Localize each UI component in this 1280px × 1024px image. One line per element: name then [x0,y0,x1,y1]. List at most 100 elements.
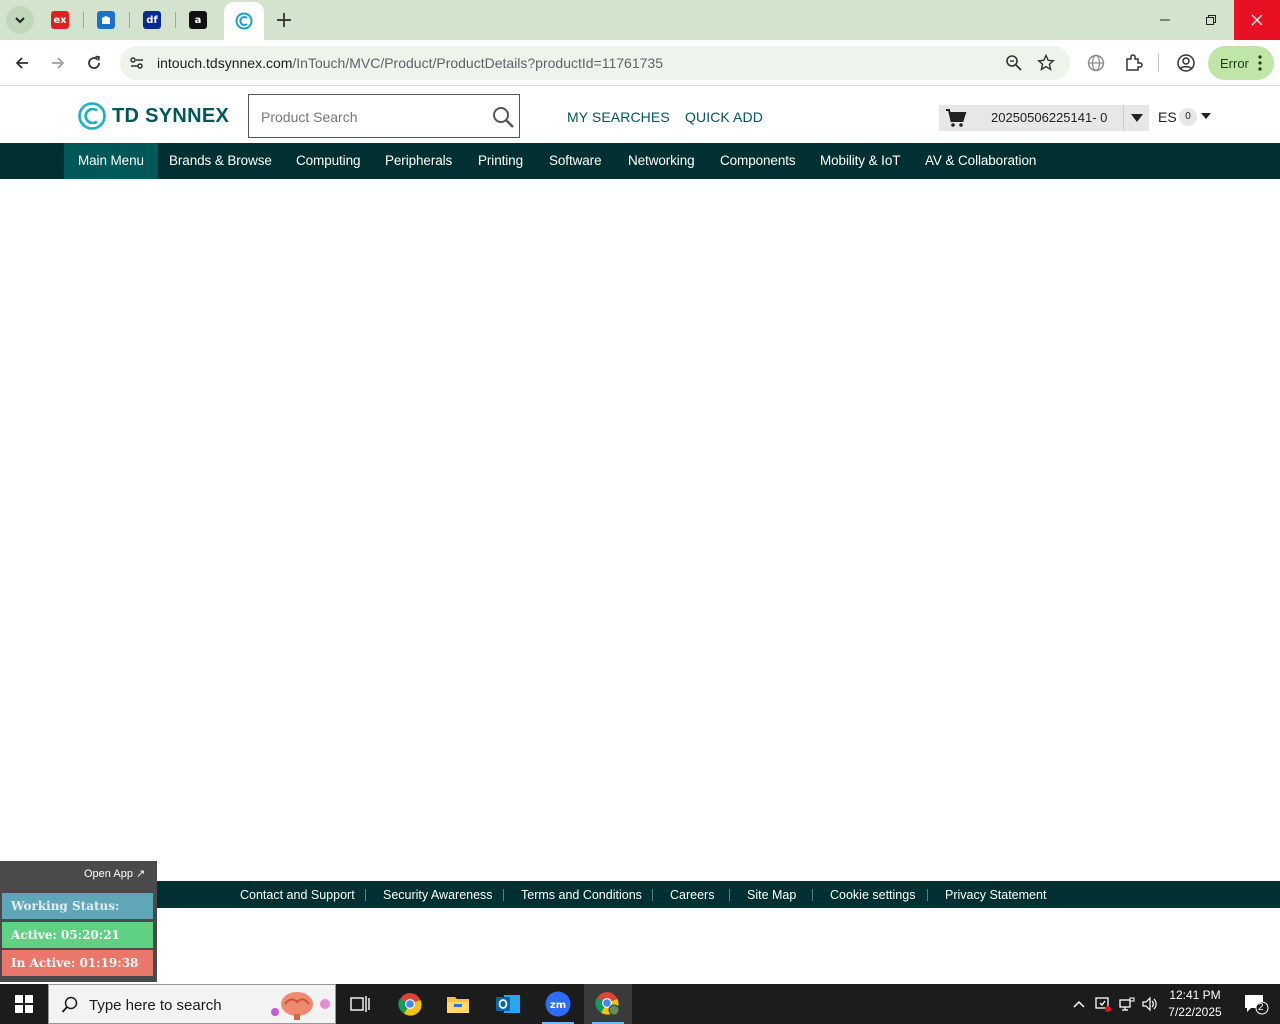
nav-brands-browse[interactable]: Brands & Browse [155,143,286,179]
tab-ex[interactable]: ex [41,6,79,34]
chevron-down-icon [15,17,25,24]
shopping-cart-icon [946,109,967,127]
url-host: intouch.tdsynnex.com [157,55,293,71]
site-footer: Contact and Support Security Awareness T… [0,881,1280,908]
nav-computing[interactable]: Computing [282,143,374,179]
toolbar-separator [1158,54,1159,72]
footer-separator [927,889,928,901]
tab-df[interactable]: df [133,6,171,34]
cart-dropdown-button[interactable] [1123,105,1149,131]
minimize-icon [1160,19,1170,21]
restore-icon [1206,15,1216,25]
footer-terms-link[interactable]: Terms and Conditions [521,888,642,902]
notification-count: 2 [1258,1002,1264,1013]
minimize-button[interactable] [1142,0,1188,40]
profile-avatar-icon[interactable] [1176,53,1196,73]
nav-printing[interactable]: Printing [464,143,537,179]
quick-add-link[interactable]: QUICK ADD [685,109,763,125]
taskbar-file-explorer[interactable] [434,984,482,1024]
site-settings-icon[interactable] [128,54,146,72]
zoom-icon[interactable] [1005,54,1023,72]
nav-software[interactable]: Software [535,143,615,179]
open-app-link[interactable]: Open App ↗ [84,867,145,880]
close-window-button[interactable] [1234,0,1280,40]
notification-center-button[interactable]: 2 [1236,984,1276,1024]
system-clock[interactable]: 12:41 PM 7/22/2025 [1160,987,1230,1021]
footer-careers-link[interactable]: Careers [670,888,714,902]
cart-selector[interactable]: 20250506225141- 0 [939,105,1149,131]
url-path: /InTouch/MVC/Product/ProductDetails?prod… [292,55,663,71]
tdsynnex-logo-icon [78,102,106,130]
taskbar-zoom[interactable]: zm [534,984,582,1024]
tab-separator [175,12,176,28]
restore-button[interactable] [1188,0,1234,40]
tab-search-button[interactable] [6,6,34,34]
task-view-button[interactable] [336,984,384,1024]
notification-icon [1245,995,1269,1015]
security-alert-icon[interactable] [1095,996,1111,1012]
footer-separator [812,889,813,901]
task-view-icon [350,996,370,1012]
footer-cookie-settings-link[interactable]: Cookie settings [830,888,915,902]
nav-mobility-iot[interactable]: Mobility & IoT [806,143,914,179]
network-icon[interactable] [1119,996,1135,1012]
caret-down-icon [1130,114,1143,122]
back-button[interactable] [8,49,36,77]
df-favicon-icon: df [143,11,161,29]
product-search-box [248,94,520,138]
logo-text: TD SYNNEX [112,104,230,127]
windows-taskbar: Type here to search zm 12:41 PM 7/22/202… [0,984,1280,1024]
amazon-favicon-icon: a [189,11,207,29]
taskbar-chrome-profile[interactable] [584,984,632,1024]
arrow-left-icon [15,57,28,69]
account-caret-down-icon[interactable] [1201,113,1211,119]
address-bar[interactable]: intouch.tdsynnex.com/InTouch/MVC/Product… [120,46,1070,80]
account-initials[interactable]: ES [1158,109,1177,125]
translate-globe-icon[interactable] [1086,53,1106,73]
tdsynnex-logo[interactable]: TD SYNNEX [78,102,229,130]
chrome-icon [398,993,422,1016]
new-tab-button[interactable]: + [272,8,296,33]
chrome-profile-icon [595,992,620,1016]
tab-tdsynnex[interactable] [224,2,264,40]
footer-security-awareness-link[interactable]: Security Awareness [383,888,493,902]
tab-separator [129,12,130,28]
bookmark-star-icon[interactable] [1037,54,1055,72]
search-highlight-brain-icon [271,992,330,1020]
search-icon[interactable] [491,105,515,129]
start-button[interactable] [0,984,48,1024]
footer-privacy-link[interactable]: Privacy Statement [945,888,1046,902]
nav-main-menu[interactable]: Main Menu [64,143,158,179]
chevron-up-icon[interactable] [1071,996,1087,1012]
working-status-widget: Open App ↗ Working Status: Active Active… [0,861,157,982]
volume-icon[interactable] [1142,996,1158,1012]
clock-date: 7/22/2025 [1168,1005,1222,1019]
tab-blue-app[interactable] [87,6,125,34]
product-search-input[interactable] [261,107,481,127]
my-searches-link[interactable]: MY SEARCHES [567,109,670,125]
nav-peripherals[interactable]: Peripherals [371,143,466,179]
extensions-puzzle-icon[interactable] [1123,53,1143,73]
clock-time: 12:41 PM [1169,988,1221,1002]
tdsynnex-favicon-icon [235,12,253,30]
working-status-label: Working Status: Active [2,893,153,939]
reload-button[interactable] [80,49,108,77]
nav-networking[interactable]: Networking [614,143,709,179]
tab-amazon[interactable]: a [179,6,217,34]
forward-button[interactable] [44,49,72,77]
nav-av-collaboration[interactable]: AV & Collaboration [911,143,1050,179]
profile-error-button[interactable]: Error [1208,46,1274,80]
footer-site-map-link[interactable]: Site Map [747,888,796,902]
footer-contact-support-link[interactable]: Contact and Support [240,888,355,902]
nav-components[interactable]: Components [706,143,810,179]
reload-icon [88,55,101,69]
more-vert-icon [1258,55,1262,71]
site-header: TD SYNNEX MY SEARCHES QUICK ADD 20250506… [0,87,1280,143]
footer-separator [652,889,653,901]
profile-error-label: Error [1220,55,1249,71]
taskbar-search-box[interactable]: Type here to search [48,984,336,1024]
taskbar-outlook[interactable] [484,984,532,1024]
app-favicon-icon [97,11,115,29]
account-count-badge: 0 [1179,108,1197,126]
taskbar-chrome[interactable] [386,984,434,1024]
